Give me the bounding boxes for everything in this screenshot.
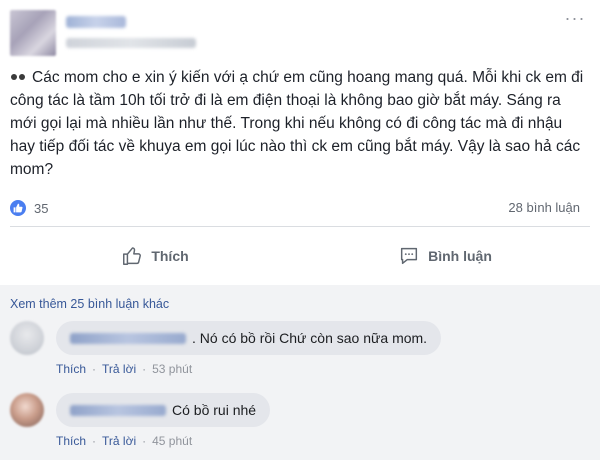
comment-text: . Nó có bồ rồi Chứ còn sao nữa mom. xyxy=(192,330,428,346)
like-button[interactable]: Thích xyxy=(10,236,300,276)
comment-text: Có bồ rui nhé xyxy=(172,402,257,418)
separator-dot: · xyxy=(92,362,97,376)
author-name-blurred[interactable] xyxy=(66,16,126,28)
comment-time[interactable]: 53 phút xyxy=(152,362,192,376)
comment-button-label: Bình luận xyxy=(428,248,492,264)
post-text: Các mom cho e xin ý kiến với ạ chứ em cũ… xyxy=(10,69,588,178)
comment-reply-link[interactable]: Trả lời xyxy=(102,434,136,448)
comment-like-link[interactable]: Thích xyxy=(56,434,86,448)
comment-bubble: . Nó có bồ rồi Chứ còn sao nữa mom. xyxy=(56,321,442,355)
post-timestamp-blurred[interactable] xyxy=(66,38,196,48)
comment-reply-link[interactable]: Trả lời xyxy=(102,362,136,376)
commenter-avatar[interactable] xyxy=(10,393,44,427)
comment-time[interactable]: 45 phút xyxy=(152,434,192,448)
eyes-emoji-icon xyxy=(10,71,28,83)
comment-count[interactable]: 28 bình luận xyxy=(508,200,580,215)
comment-like-link[interactable]: Thích xyxy=(56,362,86,376)
thumbs-up-icon xyxy=(123,247,142,265)
divider xyxy=(10,226,590,227)
separator-dot: · xyxy=(142,362,147,376)
separator-dot: · xyxy=(92,434,97,448)
action-bar: Thích Bình luận xyxy=(10,236,590,276)
commenter-name-blurred[interactable] xyxy=(70,332,186,344)
comment-button[interactable]: Bình luận xyxy=(300,236,590,276)
comment-bubble: Có bồ rui nhé xyxy=(56,393,271,427)
facebook-post: ··· Các mom cho e xin ý kiến với ạ chứ e… xyxy=(0,0,600,460)
author-avatar[interactable] xyxy=(10,10,56,56)
separator-dot: · xyxy=(142,434,147,448)
commenter-name-blurred[interactable] xyxy=(70,404,166,416)
reactions-summary[interactable]: 35 xyxy=(10,198,48,218)
post-text-container: Các mom cho e xin ý kiến với ạ chứ em cũ… xyxy=(10,66,590,181)
comment-2-actions: Thích · Trả lời · 45 phút xyxy=(56,434,192,448)
see-more-comments-link[interactable]: Xem thêm 25 bình luận khác xyxy=(10,297,169,311)
ellipsis-icon[interactable]: ··· xyxy=(564,9,586,27)
like-button-label: Thích xyxy=(151,248,189,264)
post-header: ··· xyxy=(10,9,590,60)
like-count: 35 xyxy=(34,200,49,216)
comment-icon xyxy=(401,247,418,265)
like-reaction-icon xyxy=(10,200,26,216)
commenter-avatar[interactable] xyxy=(10,321,44,355)
comment-1-actions: Thích · Trả lời · 53 phút xyxy=(56,362,192,376)
